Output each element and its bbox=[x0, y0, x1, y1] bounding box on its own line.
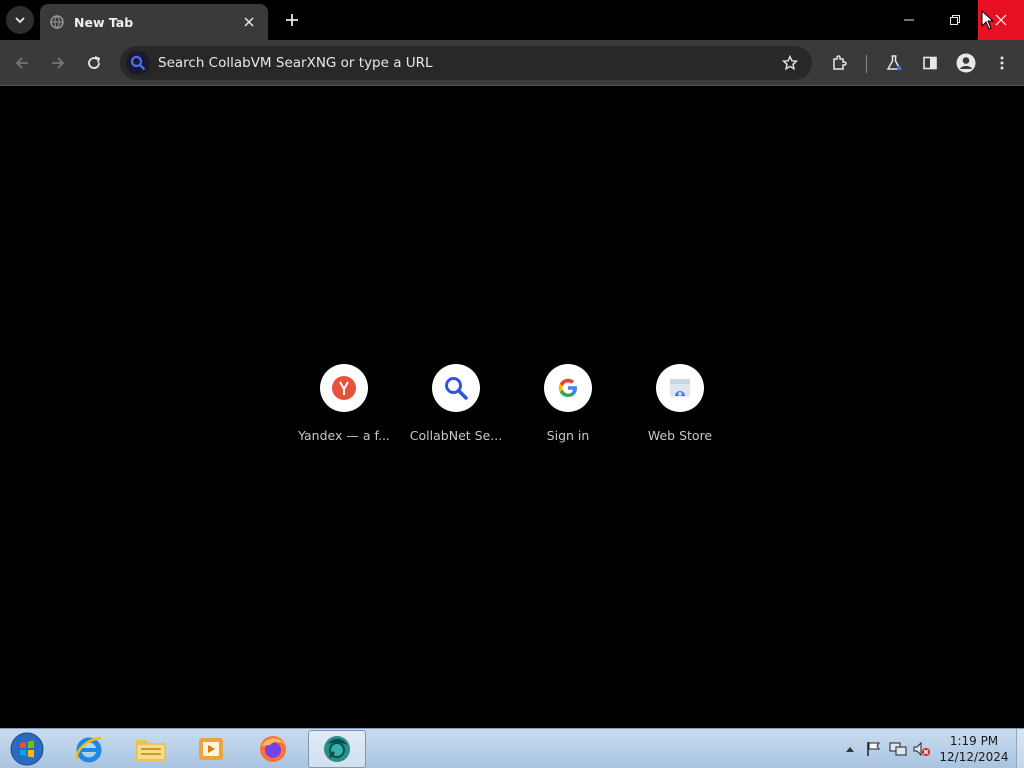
search-icon bbox=[126, 51, 150, 75]
taskbar-chrome-dev[interactable] bbox=[308, 730, 366, 768]
omnibox-input[interactable] bbox=[158, 55, 776, 71]
google-icon bbox=[558, 378, 577, 397]
taskbar: 1:19 PM 12/12/2024 bbox=[0, 728, 1024, 768]
volume-button[interactable] bbox=[912, 729, 932, 768]
search-icon bbox=[445, 377, 468, 400]
firefox-icon bbox=[260, 736, 286, 762]
reload-button[interactable] bbox=[80, 49, 108, 77]
flask-icon bbox=[886, 55, 902, 71]
close-icon bbox=[244, 17, 254, 27]
network-icon bbox=[889, 742, 907, 756]
puzzle-piece-icon bbox=[833, 55, 847, 70]
taskbar-file-explorer[interactable] bbox=[122, 730, 180, 768]
action-center-button[interactable] bbox=[864, 729, 884, 768]
labs-button[interactable] bbox=[880, 49, 908, 77]
shortcut-tile bbox=[320, 364, 368, 412]
shortcut-label: Web Store bbox=[647, 428, 713, 443]
file-explorer-icon bbox=[136, 740, 166, 761]
shortcut-sign-in[interactable]: Sign in bbox=[512, 364, 624, 454]
taskbar-media-player[interactable] bbox=[182, 730, 240, 768]
tab-search-button[interactable] bbox=[6, 6, 34, 34]
web-store-icon bbox=[670, 379, 690, 397]
minimize-icon bbox=[904, 19, 914, 21]
shortcut-tile bbox=[656, 364, 704, 412]
shortcut-label: CollabNet Se... bbox=[409, 428, 503, 443]
taskbar-firefox[interactable] bbox=[244, 730, 302, 768]
side-panel-icon bbox=[923, 56, 937, 70]
forward-button[interactable] bbox=[44, 49, 72, 77]
tab-strip: New Tab bbox=[0, 0, 1024, 40]
clock-time: 1:19 PM bbox=[949, 734, 999, 748]
shortcut-label: Yandex — a f... bbox=[298, 428, 390, 443]
shortcut-collabnet-search[interactable]: CollabNet Se... bbox=[400, 364, 512, 454]
volume-muted-icon bbox=[913, 741, 930, 757]
tab-title: New Tab bbox=[74, 14, 134, 30]
show-hidden-icons-button[interactable] bbox=[842, 729, 858, 768]
minimize-button[interactable] bbox=[886, 0, 932, 40]
side-panel-button[interactable] bbox=[916, 49, 944, 77]
arrow-right-icon bbox=[52, 57, 65, 69]
more-vertical-icon bbox=[1000, 56, 1004, 70]
shortcut-yandex[interactable]: Yandex — a f... bbox=[288, 364, 400, 454]
chrome-dev-icon bbox=[324, 736, 350, 762]
media-player-icon bbox=[199, 738, 223, 760]
arrow-left-icon bbox=[15, 57, 28, 69]
network-button[interactable] bbox=[888, 729, 908, 768]
restore-button[interactable] bbox=[932, 0, 978, 40]
clock-date: 12/12/2024 bbox=[939, 750, 1009, 764]
start-button[interactable] bbox=[4, 730, 50, 768]
chevron-down-icon bbox=[15, 17, 25, 24]
close-icon bbox=[995, 14, 1007, 26]
tab-new-tab[interactable]: New Tab bbox=[40, 4, 268, 40]
profile-button[interactable] bbox=[952, 49, 980, 77]
flag-icon bbox=[867, 742, 880, 756]
shortcut-label: Sign in bbox=[546, 428, 590, 443]
omnibox[interactable] bbox=[120, 46, 812, 80]
show-desktop-button[interactable] bbox=[1016, 729, 1024, 768]
taskbar-internet-explorer[interactable] bbox=[60, 730, 118, 768]
restore-icon bbox=[950, 15, 960, 25]
shortcut-web-store[interactable]: Web Store bbox=[624, 364, 736, 454]
shortcut-grid: Yandex — a f... CollabNet Se... Sign in bbox=[288, 364, 736, 454]
screen: New Tab Search CollabVM SearXNG or type … bbox=[0, 0, 1024, 768]
globe-icon bbox=[50, 15, 64, 29]
tab-close-button[interactable] bbox=[240, 13, 258, 31]
toolbar-divider bbox=[866, 55, 867, 73]
system-clock[interactable]: 1:19 PM 12/12/2024 bbox=[934, 733, 1014, 765]
extensions-button[interactable] bbox=[826, 49, 854, 77]
yandex-icon bbox=[332, 376, 356, 400]
bookmark-star-icon[interactable] bbox=[776, 49, 804, 77]
shortcut-tile bbox=[432, 364, 480, 412]
back-button[interactable] bbox=[8, 49, 36, 77]
new-tab-button[interactable] bbox=[280, 8, 304, 32]
internet-explorer-icon bbox=[75, 736, 102, 763]
plus-icon bbox=[286, 14, 298, 26]
browser-toolbar bbox=[0, 40, 1024, 86]
avatar-icon bbox=[956, 53, 976, 73]
shortcut-tile bbox=[544, 364, 592, 412]
reload-icon bbox=[88, 56, 101, 69]
menu-button[interactable] bbox=[988, 49, 1016, 77]
chevron-up-icon bbox=[846, 747, 854, 752]
start-orb-icon bbox=[10, 732, 44, 766]
mouse-cursor-icon bbox=[981, 10, 995, 30]
